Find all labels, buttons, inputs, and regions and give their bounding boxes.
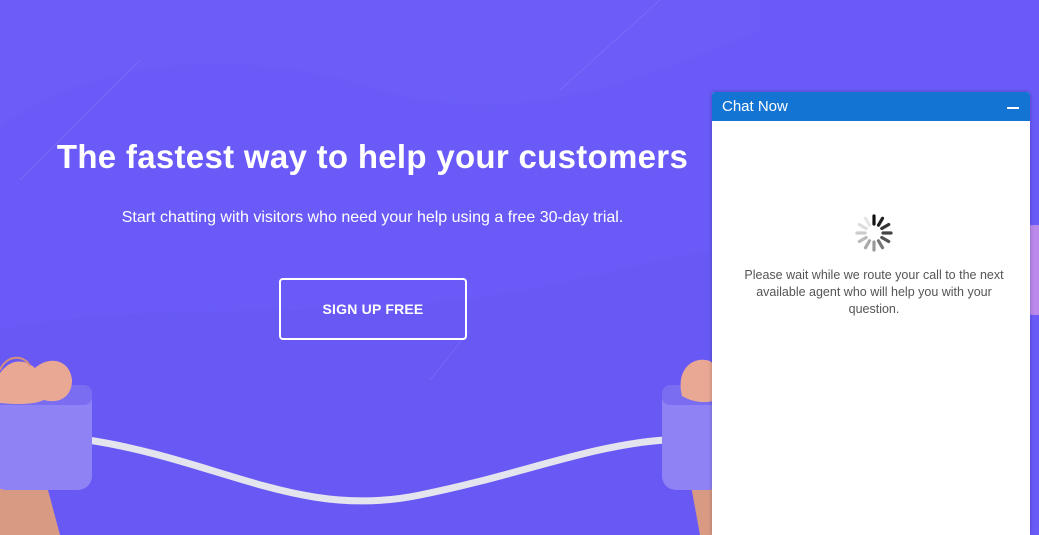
chat-header: Chat Now — [712, 92, 1030, 121]
hero-title: The fastest way to help your customers — [56, 138, 689, 175]
chat-title: Chat Now — [722, 98, 788, 115]
sign-up-free-button[interactable]: SIGN UP FREE — [279, 278, 467, 340]
minus-icon[interactable] — [1006, 100, 1020, 114]
chat-wait-message: Please wait while we route your call to … — [744, 268, 1004, 316]
loading-spinner-icon — [855, 214, 893, 252]
chat-widget: Chat Now Please wait while we route your… — [712, 92, 1030, 535]
hero-subtitle: Start chatting with visitors who need yo… — [121, 209, 624, 226]
